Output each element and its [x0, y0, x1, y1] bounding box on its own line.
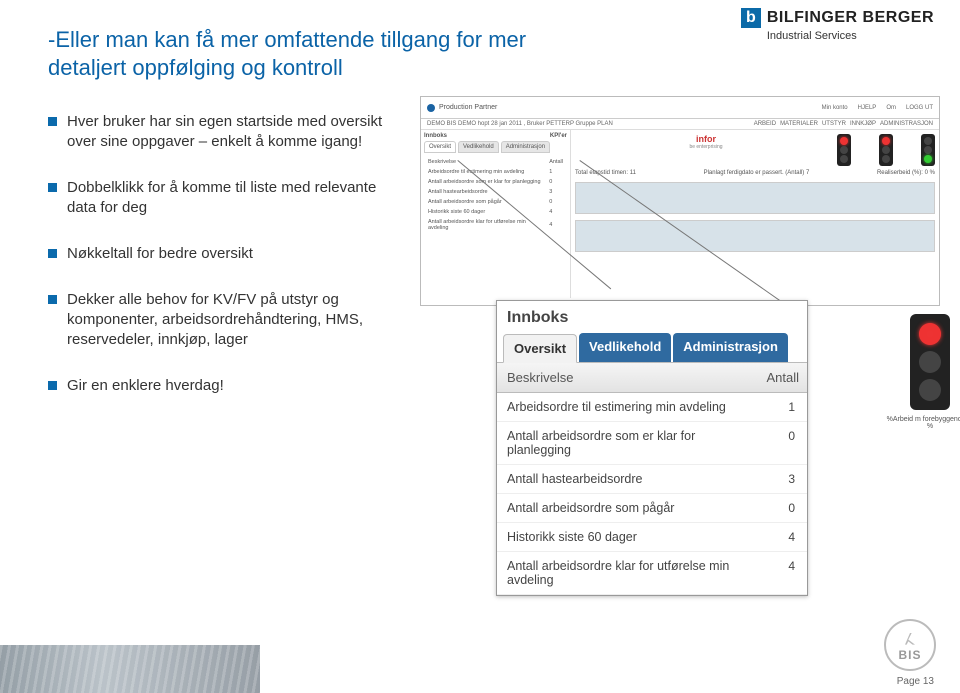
bullet-icon [48, 117, 57, 126]
traffic-light-icon [921, 134, 935, 166]
infor-tagline: be enterprising [575, 144, 837, 150]
bullet-icon [48, 183, 57, 192]
kpi-traffic-lights [837, 134, 935, 166]
bis-logo: BIS [884, 619, 936, 671]
tab[interactable]: Oversikt [424, 141, 456, 153]
row-label: Antall arbeidsordre som er klar for plan… [497, 422, 743, 464]
bullet-text: Hver bruker har sin egen startside med o… [67, 112, 388, 152]
kpi-chart [575, 220, 935, 252]
inbox-panel-small: Innboks KPI'er Oversikt Vedlikehold Admi… [421, 130, 571, 298]
col-header: Antall [743, 363, 807, 392]
bullet-text: Dobbelklikk for å komme til liste med re… [67, 178, 388, 218]
nav-item[interactable]: ARBEID [754, 121, 776, 127]
panel-title: Innboks [497, 301, 807, 327]
screenshot-group: Production Partner Min konto HJELP Om LO… [400, 96, 945, 616]
table-row[interactable]: Antall hastearbeidsordre3 [497, 465, 807, 494]
topnav-link[interactable]: Om [886, 105, 896, 111]
table-row[interactable]: Antall arbeidsordre klar for utførelse m… [497, 552, 807, 595]
nav-item[interactable]: ADMINISTRASJON [880, 121, 933, 127]
app-name: Production Partner [439, 104, 497, 111]
table-row[interactable]: Arbeidsordre til estimering min avdeling… [497, 393, 807, 422]
table-row[interactable]: Historikk siste 60 dager4 [497, 523, 807, 552]
bullet-text: Dekker alle behov for KV/FV på utstyr og… [67, 290, 388, 350]
row-value: 0 [743, 422, 807, 464]
bullet-item: Nøkkeltall for bedre oversikt [48, 244, 388, 264]
bullet-item: Gir en enklere hverdag! [48, 376, 388, 396]
decorative-photo-strip [0, 645, 260, 693]
table-row[interactable]: Antall arbeidsordre som pågår0 [497, 494, 807, 523]
panel-label: KPI'er [550, 133, 567, 139]
bis-text: BIS [898, 648, 921, 662]
traffic-light-icon [879, 134, 893, 166]
row-label: Antall arbeidsordre klar for utførelse m… [497, 552, 743, 594]
row-label: Arbeidsordre til estimering min avdeling [497, 393, 743, 421]
nav-item[interactable]: UTSTYR [822, 121, 846, 127]
row-label: Antall arbeidsordre som pågår [497, 494, 743, 522]
bullet-list: Hver bruker har sin egen startside med o… [48, 112, 388, 422]
app-dashboard-screenshot: Production Partner Min konto HJELP Om LO… [420, 96, 940, 306]
lambda-icon [900, 628, 920, 648]
tab[interactable]: Administrasjon [501, 141, 550, 153]
topnav-link[interactable]: HJELP [858, 105, 877, 111]
kpi-chart [575, 182, 935, 214]
traffic-light-icon [837, 134, 851, 166]
kpi-caption: %Arbeid m forebyggende: 0 % [885, 416, 960, 430]
brand-name: BILFINGER BERGER [767, 9, 934, 27]
tab-bar: Oversikt Vedlikehold Administrasjon [497, 327, 807, 363]
page-number: Page 13 [897, 676, 934, 687]
bullet-item: Hver bruker har sin egen startside med o… [48, 112, 388, 152]
bullet-icon [48, 295, 57, 304]
col-header: Beskrivelse [497, 363, 743, 392]
row-value: 4 [743, 523, 807, 551]
infor-logo: infor [575, 134, 837, 144]
panel-label: Innboks [424, 133, 447, 139]
row-value: 0 [743, 494, 807, 522]
inbox-table-small: BeskrivelseAntall Arbeidsordre til estim… [424, 156, 567, 234]
row-value: 4 [743, 552, 807, 594]
row-value: 3 [743, 465, 807, 493]
kpi-caption: Realiserbeid (%): 0 % [877, 170, 935, 176]
bullet-icon [48, 381, 57, 390]
topnav-link[interactable]: Min konto [822, 105, 848, 111]
top-nav: Min konto HJELP Om LOGG UT [822, 105, 933, 111]
topnav-link[interactable]: LOGG UT [906, 105, 933, 111]
breadcrumb: DEMO BIS DEMO hopt 28 jan 2011 , Bruker … [427, 121, 613, 127]
table-row[interactable]: Antall arbeidsordre som er klar for plan… [497, 422, 807, 465]
kpi-caption: Planlagt ferdigdato er passert. (Antall)… [704, 170, 810, 176]
bullet-item: Dobbelklikk for å komme til liste med re… [48, 178, 388, 218]
row-label: Historikk siste 60 dager [497, 523, 743, 551]
bullet-text: Nøkkeltall for bedre oversikt [67, 244, 388, 264]
nav-item[interactable]: INNKJØP [850, 121, 876, 127]
nav-item[interactable]: MATERIALER [780, 121, 818, 127]
tab-maintenance[interactable]: Vedlikehold [579, 333, 671, 362]
bullet-text: Gir en enklere hverdag! [67, 376, 388, 396]
tab-admin[interactable]: Administrasjon [673, 333, 788, 362]
kpi-traffic-light-large: %Arbeid m forebyggende: 0 % [885, 314, 960, 430]
row-label: Antall hastearbeidsordre [497, 465, 743, 493]
bullet-icon [48, 249, 57, 258]
brand-subtitle: Industrial Services [767, 30, 934, 42]
slide-title: -Eller man kan få mer omfattende tillgan… [48, 26, 608, 82]
tab-overview[interactable]: Oversikt [503, 334, 577, 363]
bullet-item: Dekker alle behov for KV/FV på utstyr og… [48, 290, 388, 350]
table-header: Beskrivelse Antall [497, 363, 807, 393]
brand-mark-icon: b [741, 8, 761, 28]
brand-block: b BILFINGER BERGER Industrial Services [741, 8, 934, 42]
tab[interactable]: Vedlikehold [458, 141, 499, 153]
kpi-caption: Total elapstid timen: 11 [575, 170, 636, 176]
row-value: 1 [743, 393, 807, 421]
main-nav: ARBEID MATERIALER UTSTYR INNKJØP ADMINIS… [754, 121, 933, 127]
traffic-light-icon [910, 314, 950, 410]
inbox-panel-zoom: Innboks Oversikt Vedlikehold Administras… [496, 300, 808, 596]
app-logo-icon [427, 104, 435, 112]
